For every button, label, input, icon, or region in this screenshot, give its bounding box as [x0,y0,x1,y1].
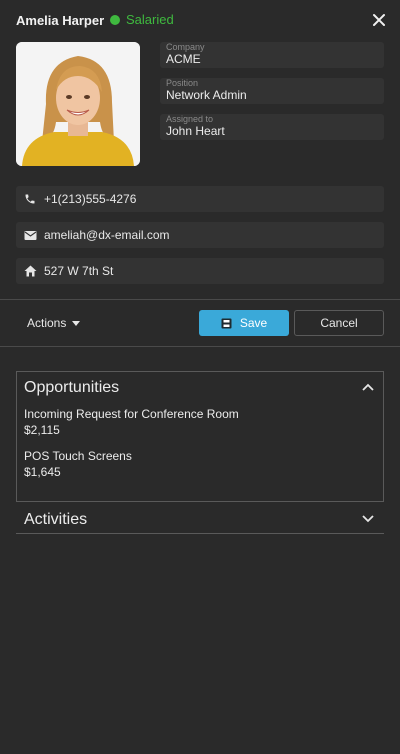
address-field[interactable]: 527 W 7th St [16,258,384,284]
employee-name: Amelia Harper [16,13,105,28]
activities-header[interactable]: Activities [16,505,384,534]
header: Amelia Harper Salaried [0,0,400,40]
save-icon [221,318,232,328]
divider [0,299,400,300]
save-label: Save [239,316,268,330]
opportunity-name: POS Touch Screens [24,449,132,463]
opportunity-name: Incoming Request for Conference Room [24,407,239,421]
avatar [16,42,140,166]
opportunities-panel: Opportunities Incoming Request for Confe… [16,371,384,502]
opportunity-amount: $2,115 [24,423,60,437]
status-dot-icon [110,14,120,25]
home-icon [16,265,44,277]
status-badge: Salaried [110,12,174,27]
activities-title: Activities [24,511,88,528]
close-icon[interactable] [372,13,386,27]
chevron-up-icon[interactable] [362,383,374,391]
company-value: ACME [166,52,201,66]
avatar-photo [16,42,140,166]
address-value: 527 W 7th St [44,264,114,278]
actions-dropdown[interactable]: Actions [16,310,91,336]
position-label: Position [166,78,199,88]
phone-icon [16,193,44,205]
caret-down-icon [72,320,81,326]
phone-field[interactable]: +1(213)555-4276 [16,186,384,212]
status-text: Salaried [126,12,174,27]
chevron-down-icon[interactable] [362,515,374,523]
email-field[interactable]: ameliah@dx-email.com [16,222,384,248]
divider [0,346,400,347]
email-value: ameliah@dx-email.com [44,228,170,242]
mail-icon [16,230,44,241]
list-item[interactable]: POS Touch Screens $1,645 [24,448,132,480]
opportunities-title: Opportunities [24,379,120,396]
opportunities-header[interactable]: Opportunities [17,372,383,404]
save-button[interactable]: Save [199,310,289,336]
cancel-button[interactable]: Cancel [294,310,384,336]
company-label: Company [166,42,205,52]
position-field[interactable]: Position Network Admin [160,78,384,104]
opportunity-amount: $1,645 [24,465,61,479]
actions-label: Actions [27,316,67,330]
company-field[interactable]: Company ACME [160,42,384,68]
list-item[interactable]: Incoming Request for Conference Room $2,… [24,406,239,438]
assigned-to-field[interactable]: Assigned to John Heart [160,114,384,140]
phone-value: +1(213)555-4276 [44,192,137,206]
cancel-label: Cancel [320,316,358,330]
assigned-to-label: Assigned to [166,114,214,124]
assigned-to-value: John Heart [166,124,225,138]
position-value: Network Admin [166,88,247,102]
